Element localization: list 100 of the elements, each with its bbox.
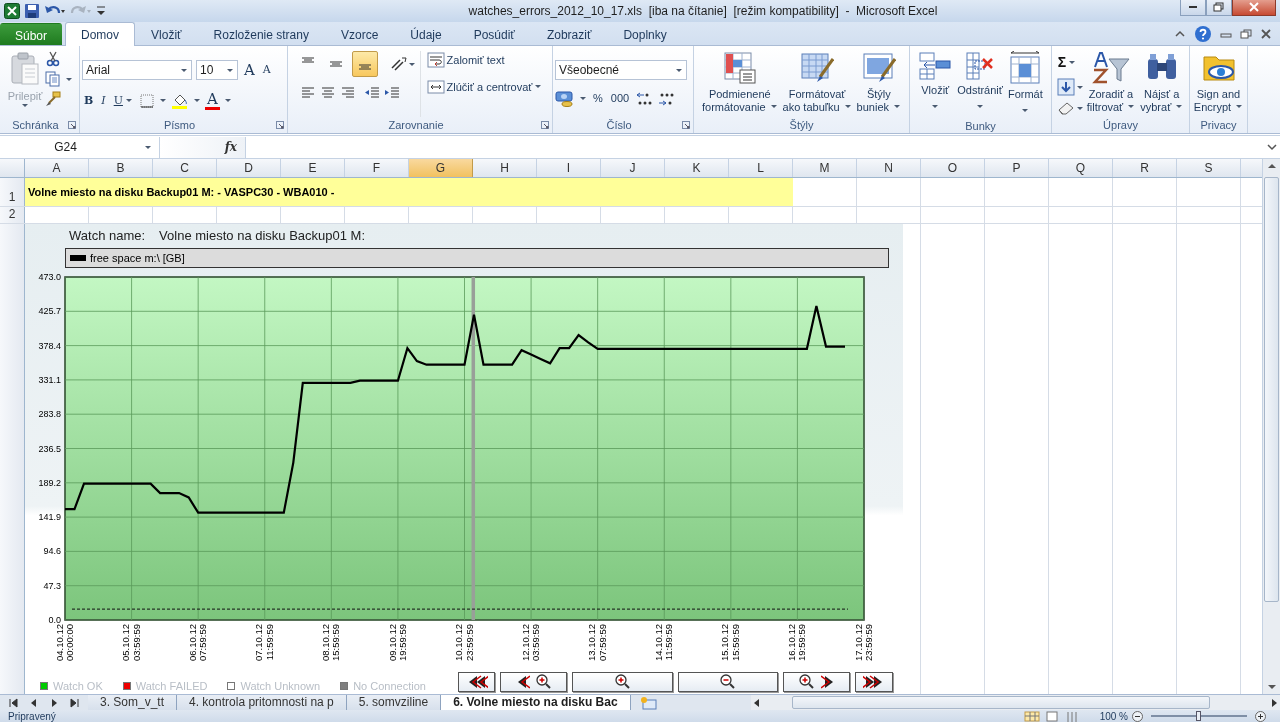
column-header[interactable]: C (153, 159, 217, 177)
row-header[interactable]: 1 (0, 178, 25, 206)
column-header[interactable]: H (473, 159, 537, 177)
column-header[interactable]: D (217, 159, 281, 177)
ribbon-tab[interactable]: Doplnky (607, 22, 683, 45)
dialog-launcher-icon[interactable] (682, 121, 690, 129)
insert-button[interactable]: Vložiť (916, 51, 955, 118)
column-header[interactable]: B (89, 159, 153, 177)
grow-font-button[interactable]: A (242, 57, 257, 83)
restore-icon[interactable] (1240, 28, 1252, 39)
row-header[interactable]: 2 (0, 207, 25, 223)
copy-icon[interactable] (45, 71, 62, 87)
ribbon-tab[interactable]: Vložiť (135, 22, 198, 45)
scrollbar-thumb[interactable] (1264, 177, 1279, 602)
last-page-button[interactable] (855, 672, 893, 692)
wrap-text-button[interactable]: Zalomiť text (424, 51, 545, 70)
column-header[interactable]: O (921, 159, 985, 177)
help-icon[interactable] (1194, 24, 1212, 43)
caret-icon[interactable] (144, 144, 152, 150)
dialog-launcher-icon[interactable] (276, 121, 284, 129)
align-right-icon[interactable] (339, 85, 356, 101)
text-angle-icon[interactable] (389, 56, 408, 72)
scroll-forward-button[interactable] (783, 672, 850, 692)
indent-decrease-icon[interactable] (363, 85, 380, 101)
maximize-button[interactable] (1206, 0, 1232, 16)
function-button[interactable]: fx (224, 138, 237, 156)
font-dropdown[interactable]: Arial (82, 60, 192, 80)
zoom-out-icon[interactable] (1132, 710, 1143, 722)
file-tab[interactable]: Súbor (0, 23, 63, 45)
customize-toolbar-icon[interactable] (96, 4, 106, 18)
fill-down-icon[interactable] (1055, 78, 1076, 96)
border-icon[interactable] (138, 92, 155, 109)
first-sheet-icon[interactable] (8, 696, 20, 709)
sheet-tab[interactable]: 4. kontrola pritomnosti na p (177, 695, 347, 710)
align-center-icon[interactable] (319, 85, 336, 101)
decimal-increase-icon[interactable] (635, 90, 654, 107)
scissors-icon[interactable] (45, 51, 62, 67)
minimize-button[interactable] (1180, 0, 1206, 16)
ribbon-tab[interactable]: Zobraziť (530, 22, 608, 45)
sheet-tab[interactable]: 3. Som_v_tt (88, 695, 178, 710)
column-header[interactable]: A (25, 159, 89, 177)
cursor-line[interactable] (471, 277, 476, 620)
autosum-button[interactable]: Σ (1055, 51, 1084, 74)
font-size-dropdown[interactable]: 10 (196, 60, 238, 80)
paintbrush-icon[interactable] (45, 91, 62, 107)
column-header[interactable]: I (537, 159, 601, 177)
zoom-in-button[interactable] (572, 672, 673, 692)
underline-button[interactable]: U (111, 91, 135, 110)
scrollbar-thumb[interactable] (792, 696, 1210, 709)
column-header[interactable]: E (281, 159, 345, 177)
first-page-button[interactable] (458, 672, 495, 692)
column-header[interactable]: R (1113, 159, 1177, 177)
conditional-formatting-button[interactable]: Podmienené formátovanie (699, 51, 780, 117)
money-icon[interactable] (555, 89, 575, 108)
excel-logo-icon[interactable] (4, 3, 20, 19)
format-as-table-button[interactable]: Formátovať ako tabuľku (780, 51, 854, 117)
close-icon[interactable] (1260, 28, 1272, 39)
ribbon-tab[interactable]: Údaje (394, 22, 458, 45)
column-header[interactable]: L (729, 159, 793, 177)
ribbon-tab[interactable]: Posúdiť (457, 22, 531, 45)
thousands-button[interactable]: 000 (608, 89, 632, 108)
shrink-font-button[interactable]: A (260, 60, 273, 80)
cell-styles-button[interactable]: Štýly buniek (854, 51, 903, 117)
zoom-out-button[interactable] (678, 672, 778, 692)
column-header[interactable]: Q (1049, 159, 1113, 177)
align-left-icon[interactable] (299, 85, 316, 101)
format-button[interactable]: Formát (1005, 51, 1045, 118)
column-header[interactable]: M (793, 159, 857, 177)
dialog-launcher-icon[interactable] (68, 121, 76, 129)
indent-increase-icon[interactable] (383, 85, 400, 101)
find-select-button[interactable]: Nájsť a vybrať (1138, 51, 1186, 117)
scroll-back-button[interactable] (500, 672, 567, 692)
last-sheet-icon[interactable] (68, 696, 80, 709)
italic-button[interactable]: I (99, 91, 108, 110)
collapse-ribbon-icon[interactable] (1174, 28, 1186, 39)
sort-filter-button[interactable]: Zoradiť a filtrovať (1084, 51, 1138, 117)
normal-view-icon[interactable] (1023, 710, 1040, 722)
font-color-button[interactable]: A (204, 91, 220, 111)
delete-button[interactable]: Odstrániť (955, 51, 1005, 118)
zoom-level[interactable]: 100 % (1099, 708, 1128, 724)
percent-button[interactable]: % (591, 89, 605, 108)
sheet-tab[interactable]: 6. Volne miesto na disku Bac (441, 695, 631, 710)
merge-center-button[interactable]: Zlúčiť a centrovať (424, 77, 545, 96)
bold-button[interactable]: B (82, 91, 96, 110)
column-header[interactable]: N (857, 159, 921, 177)
dialog-launcher-icon[interactable] (541, 121, 549, 129)
sign-encrypt-button[interactable]: Sign and Encrypt (1191, 51, 1246, 117)
sheet-tab[interactable]: 5. somvziline (346, 695, 442, 710)
zoom-in-icon[interactable] (1255, 710, 1266, 722)
number-format-dropdown[interactable]: Všeobecné (555, 60, 687, 81)
column-header[interactable]: G (409, 159, 473, 177)
column-header[interactable]: P (985, 159, 1049, 177)
save-icon[interactable] (24, 3, 40, 19)
column-header[interactable]: S (1177, 159, 1241, 177)
ribbon-tab[interactable]: Rozloženie strany (197, 22, 325, 45)
ribbon-tab[interactable]: Vzorce (324, 22, 395, 45)
close-button[interactable] (1232, 0, 1276, 16)
column-header[interactable]: J (601, 159, 665, 177)
column-header[interactable]: K (665, 159, 729, 177)
ribbon-tab[interactable]: Domov (65, 22, 136, 46)
